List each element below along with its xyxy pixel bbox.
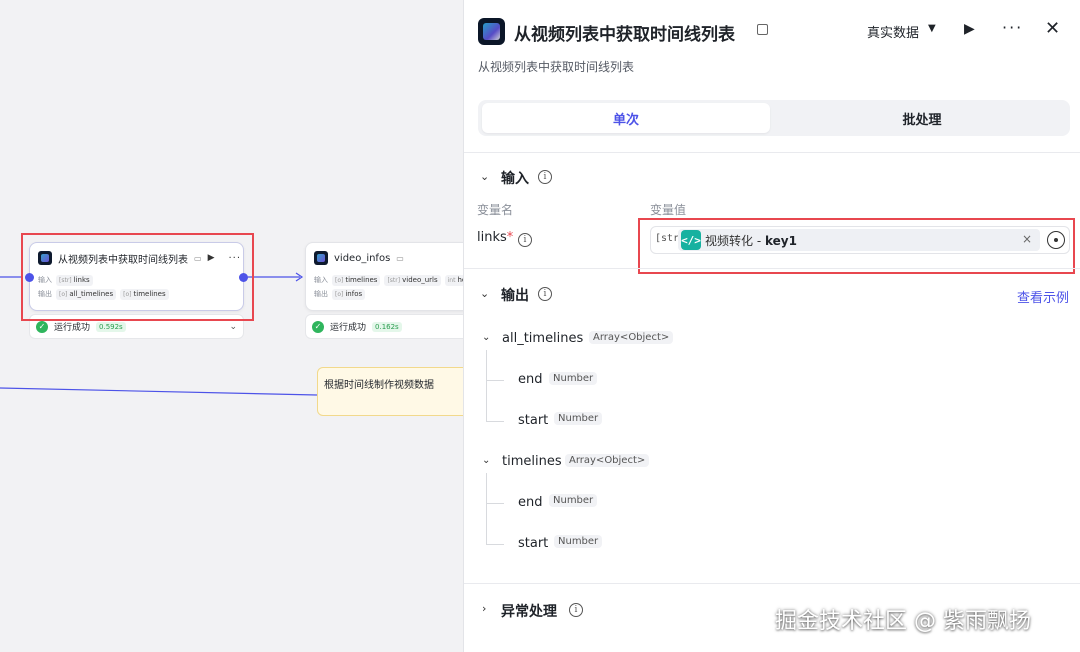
caret-down-icon[interactable]: ▼ <box>928 23 936 34</box>
input-section-title: 输入 <box>501 171 529 187</box>
mode-tabs: 单次 批处理 <box>478 100 1070 136</box>
divider <box>464 583 1080 584</box>
node-input-row: 输入 [o]timelines [str]video_urls intheig <box>306 273 463 287</box>
node-b-run-status[interactable]: ✓ 运行成功 0.162s <box>305 314 463 339</box>
input-chip: [o] timelines <box>332 274 381 286</box>
node-video-infos[interactable]: video_infos ▭ 输入 [o] timelines [str] video… <box>305 242 463 311</box>
info-icon[interactable]: i <box>569 603 583 617</box>
status-text: 运行成功 <box>54 323 91 333</box>
status-text: 运行成功 <box>330 323 367 333</box>
info-icon[interactable]: i <box>518 233 532 247</box>
expand-caret-icon[interactable]: › <box>482 602 486 615</box>
tree-line <box>486 421 504 422</box>
panel-header: 从视频列表中获取时间线列表 真实数据 ▼ ▶ ··· ✕ 从视频列表中获取时间线… <box>464 0 1080 92</box>
info-card-icon[interactable] <box>757 24 768 35</box>
edge-lower <box>0 387 318 396</box>
output-field-type: Array<Object> <box>589 331 674 344</box>
collapse-caret-icon[interactable]: ⌄ <box>480 287 489 300</box>
info-icon[interactable]: i <box>538 287 552 301</box>
var-name-links: links* <box>477 230 514 245</box>
more-icon[interactable]: ··· <box>1002 18 1023 37</box>
input-chip: intheig <box>444 274 463 286</box>
input-chip: [str] video_urls <box>384 274 441 286</box>
tree-line <box>486 350 487 422</box>
node-output-row: 输出 [o] infos <box>306 287 463 301</box>
node-detail-panel: 从视频列表中获取时间线列表 真实数据 ▼ ▶ ··· ✕ 从视频列表中获取时间线… <box>463 0 1080 652</box>
output-field-type: Number <box>549 494 598 507</box>
output-field-name: start <box>518 536 549 551</box>
watermark: 掘金技术社区 @ 紫雨飘扬 <box>775 609 1031 634</box>
tree-caret-icon[interactable]: ⌄ <box>482 455 490 466</box>
plugin-logo-icon <box>478 18 505 45</box>
panel-title: 从视频列表中获取时间线列表 <box>514 25 735 45</box>
tree-line <box>486 473 487 545</box>
input-label: 输入 <box>314 276 328 284</box>
success-check-icon: ✓ <box>36 320 48 333</box>
workflow-canvas[interactable]: 从视频列表中获取时间线列表 ▭ ▶ ··· 输入 [str] links 输出 [… <box>0 0 463 652</box>
divider <box>464 152 1080 153</box>
comment-note[interactable]: 根据时间线制作视频数据 <box>317 367 463 416</box>
divider <box>464 268 1080 269</box>
collapse-caret-icon[interactable]: ⌄ <box>480 170 489 183</box>
highlight-box <box>21 233 254 321</box>
output-label: 输出 <box>314 290 328 298</box>
data-mode-select[interactable]: 真实数据 <box>867 22 919 41</box>
col-var-value: 变量值 <box>650 203 687 217</box>
tree-line <box>486 544 504 545</box>
output-field-type: Number <box>549 372 598 385</box>
info-icon[interactable]: i <box>538 170 552 184</box>
tree-line <box>486 503 504 504</box>
output-field-name: end <box>518 495 543 510</box>
panel-description: 从视频列表中获取时间线列表 <box>478 60 635 74</box>
success-check-icon: ✓ <box>312 320 324 333</box>
output-field-name: end <box>518 372 543 387</box>
output-chip: [o] infos <box>332 288 366 300</box>
tree-line <box>486 380 504 381</box>
view-example-link[interactable]: 查看示例 <box>1017 287 1069 306</box>
output-field-type: Array<Object> <box>565 454 650 467</box>
info-card-icon: ▭ <box>396 253 404 263</box>
chevron-down-icon[interactable]: ⌄ <box>229 322 237 332</box>
close-icon[interactable]: ✕ <box>1045 18 1060 39</box>
plugin-logo-icon <box>314 251 328 265</box>
time-badge: 0.592s <box>96 321 126 332</box>
output-field-name: start <box>518 413 549 428</box>
output-section-title: 输出 <box>501 288 529 304</box>
highlight-box <box>638 218 1075 274</box>
node-title: video_infos <box>334 252 391 264</box>
output-field-name: timelines <box>502 454 562 469</box>
run-icon[interactable]: ▶ <box>964 21 975 37</box>
time-badge: 0.162s <box>372 321 402 332</box>
tree-caret-icon[interactable]: ⌄ <box>482 332 490 343</box>
output-field-name: all_timelines <box>502 331 584 346</box>
node-header: video_infos ▭ <box>306 243 463 273</box>
col-var-name: 变量名 <box>477 203 514 217</box>
tab-single[interactable]: 单次 <box>482 103 770 133</box>
error-section-title: 异常处理 <box>501 604 557 620</box>
output-field-type: Number <box>554 535 603 548</box>
output-field-type: Number <box>554 412 603 425</box>
tab-batch[interactable]: 批处理 <box>778 103 1066 133</box>
